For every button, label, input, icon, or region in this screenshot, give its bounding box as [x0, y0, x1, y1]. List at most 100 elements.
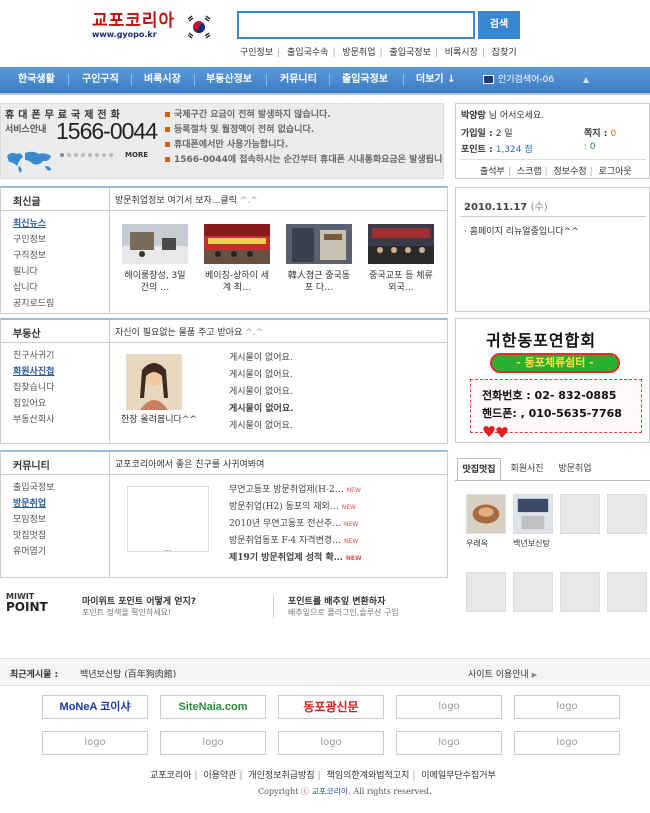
post-item[interactable]: 방문취업동포 F-4 자격변경… NEW [229, 533, 362, 550]
menu-item[interactable]: 방문취업 [13, 496, 54, 512]
gallery-tile[interactable] [513, 572, 553, 612]
member-photo[interactable] [126, 354, 182, 410]
partner-logo-placeholder[interactable]: logo [396, 695, 502, 719]
menu-item[interactable]: 구직정보 [13, 248, 54, 264]
news-thumb[interactable]: 베이징-상하이 세계 최… [204, 224, 270, 294]
footer-link[interactable]: 교포코리아 [150, 771, 191, 781]
menu-item[interactable]: 맛집멋집 [13, 528, 54, 544]
news-thumb[interactable]: 헤이룽장성, 3일간의 … [122, 224, 188, 294]
tab-restaurants[interactable]: 맛집멋집 [457, 458, 501, 480]
gallery-tile[interactable] [466, 572, 506, 612]
community-section: 커뮤니티 교포코리아에서 좋은 친구를 사귀여봐여 출입국정보 방문취업 모임정… [0, 450, 448, 578]
tab-visit-work[interactable]: 방문취업 [553, 458, 597, 480]
partner-logo-placeholder[interactable]: logo [396, 731, 502, 755]
site-logo[interactable]: 교포코리아 www.gyopo.kr [92, 12, 182, 42]
partner-logo-placeholder[interactable]: logo [514, 695, 620, 719]
partner-logo-monea[interactable]: MoNeA 코이샤 [42, 695, 148, 719]
point-question-title[interactable]: 마이위트 포인트 어떻게 얻지? [82, 594, 196, 607]
section-title[interactable]: 자신이 필요없는 물품 주고 받아요 ^.^ [115, 325, 263, 338]
point-convert-title[interactable]: 포인트를 배추잎 변환하자 [288, 594, 385, 607]
notice-message[interactable]: · 홈페이지 리뉴얼중입니다^^ [464, 224, 579, 237]
menu-item[interactable]: 필니다 [13, 264, 54, 280]
phone-service-banner[interactable]: 휴대폰무료국제전화 서비스안내 1566-0044 MORE 국제구간 요금이 … [0, 103, 444, 179]
nav-item[interactable]: 한국생활 [18, 67, 55, 93]
gallery-tile[interactable] [560, 572, 600, 612]
footer-link[interactable]: 책임의한계와법적고지 [327, 771, 410, 781]
gallery-tile[interactable] [607, 572, 647, 612]
popular-search-arrow-icon[interactable]: ▲ [583, 67, 589, 93]
search-input[interactable] [237, 11, 475, 39]
recent-post-link[interactable]: 백년보신탕 (百年狗肉館) [80, 667, 176, 680]
new-badge: NEW [345, 555, 362, 562]
menu-item[interactable]: 유머엽기 [13, 544, 54, 560]
search-button[interactable]: 검색 [478, 11, 520, 39]
nav-item[interactable]: 구인구직 [82, 67, 119, 93]
footer-link[interactable]: 이메일무단수집거부 [421, 771, 496, 781]
user-points: 포인트 : 1,324 점 [461, 145, 533, 155]
post-item[interactable]: 게시물이 없어요. [229, 384, 293, 401]
section-heading: 최신글 [13, 197, 41, 208]
recent-posts-bar: 최근게시물 : 백년보신탕 (百年狗肉館) 사이트 이용안내 ▶ [0, 658, 650, 686]
banner-more-link[interactable]: MORE [125, 151, 148, 159]
footer-link[interactable]: 개인정보취급방침 [248, 771, 314, 781]
quick-link[interactable]: 비록시장 [445, 48, 478, 58]
menu-item[interactable]: 삽니다 [13, 280, 54, 296]
partner-logo-placeholder[interactable]: logo [278, 731, 384, 755]
gallery-tile[interactable] [607, 494, 647, 534]
quick-link[interactable]: 출입국수속 [287, 48, 328, 58]
partner-logo-sitenaia[interactable]: SiteNaia.com [160, 695, 266, 719]
menu-item[interactable]: 구인정보 [13, 232, 54, 248]
partner-logo-placeholder[interactable]: logo [42, 731, 148, 755]
post-item[interactable]: 방문취업(H2) 동포의 재외… NEW [229, 499, 362, 516]
nav-item[interactable]: 출입국정보 [342, 67, 388, 93]
edit-profile-link[interactable]: 정보수정 [554, 167, 587, 177]
partner-logo-placeholder[interactable]: logo [514, 731, 620, 755]
footer-link[interactable]: 이용약관 [203, 771, 236, 781]
association-ad[interactable]: 귀한동포연합회 - 동포체류쉼터 - 전화번호 : 02- 832-0885 핸… [455, 318, 650, 443]
quick-link[interactable]: 방문취업 [342, 48, 375, 58]
post-item[interactable]: 제19기 방문취업제 성적 확… NEW [229, 550, 362, 567]
nav-item[interactable]: 커뮤니티 [280, 67, 317, 93]
menu-item[interactable]: 모임정보 [13, 512, 54, 528]
menu-item[interactable]: 최신뉴스 [13, 216, 54, 232]
logout-link[interactable]: 로그아웃 [599, 167, 632, 177]
menu-item[interactable]: 집찾습니다 [13, 380, 54, 396]
popular-search[interactable]: 인기검색어-06 [498, 67, 554, 93]
quick-link[interactable]: 구인정보 [240, 48, 273, 58]
attendance-link[interactable]: 출석부 [480, 167, 505, 177]
menu-item[interactable]: 집있어요 [13, 396, 54, 412]
nav-item-more[interactable]: 더보기 ↓ [416, 67, 455, 93]
partner-logo-placeholder[interactable]: logo [160, 731, 266, 755]
post-item[interactable]: 무연고동포 방문취업제(H-2… NEW [229, 482, 362, 499]
menu-item[interactable]: 회원사진첩 [13, 364, 54, 380]
message-count[interactable]: 쪽지 : 0 [584, 126, 616, 139]
post-item[interactable]: 게시물이 없어요. [229, 350, 293, 367]
news-thumb[interactable]: 중국교포 등 체류 외국… [368, 224, 434, 294]
news-thumb[interactable]: 韓人쳠근 중국동포 다… [286, 224, 352, 294]
post-item[interactable]: 게시물이 없어요. [229, 401, 293, 418]
menu-item[interactable]: 공지로드림 [13, 296, 54, 312]
menu-item[interactable]: 출입국정보 [13, 480, 54, 496]
scrap-link[interactable]: 스크랩 [517, 167, 542, 177]
section-title[interactable]: 방문취업정보 여기서 보자...클릭 ^.^ [115, 193, 258, 206]
quick-link[interactable]: 잡찾기 [492, 48, 517, 58]
gallery-tile[interactable] [560, 494, 600, 534]
point-info: MIWIT POINT 마이위트 포인트 어떻게 얻지? 포인트 정책을 확인하세… [0, 590, 448, 622]
tab-member-photos[interactable]: 회원사진 [505, 458, 549, 480]
nav-item[interactable]: 벼룩시장 [144, 67, 181, 93]
nav-item[interactable]: 부동산정보 [206, 67, 252, 93]
menu-item[interactable]: 부동산회사 [13, 412, 54, 428]
post-item[interactable]: 2010년 무연고동포 전산추… NEW [229, 516, 362, 533]
quick-link[interactable]: 출입국정보 [389, 48, 430, 58]
partner-logo-dongpo[interactable]: 동포광신문 [278, 695, 384, 719]
section-title[interactable]: 교포코리아에서 좋은 친구를 사귀여봐여 [115, 457, 264, 470]
ad-slogan: - 동포체류쉼터 - [490, 353, 620, 373]
gallery-tile[interactable] [513, 494, 553, 534]
banner-pager-dots [60, 153, 113, 157]
post-item[interactable]: 게시물이 없어요. [229, 367, 293, 384]
gallery-tile[interactable] [466, 494, 506, 534]
site-guide-link[interactable]: 사이트 이용안내 ▶ [468, 667, 537, 680]
menu-item[interactable]: 친구사귀기 [13, 348, 54, 364]
community-thumb[interactable] [127, 486, 209, 552]
post-item[interactable]: 게시물이 없어요. [229, 418, 293, 435]
